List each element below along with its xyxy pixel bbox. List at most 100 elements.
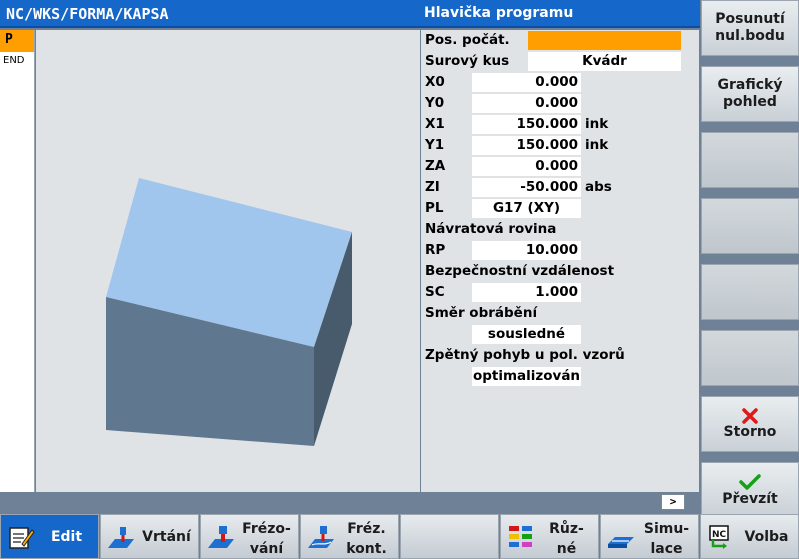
ruzne-softkey[interactable]: Růz- né (500, 514, 599, 559)
x0-field[interactable]: 0.000 (472, 73, 581, 92)
prevzit-softkey[interactable]: Převzít (701, 462, 799, 518)
rp-field[interactable]: 10.000 (472, 241, 581, 260)
program-block-end[interactable]: END (0, 52, 34, 72)
simulation-icon (608, 537, 634, 548)
blank-preview (106, 178, 352, 446)
horizontal-softkey-empty[interactable] (400, 514, 499, 559)
row-x1: X1 150.000 ink (421, 114, 699, 135)
simulace-label: Simu- lace (637, 519, 696, 559)
x0-label: X0 (425, 74, 445, 90)
row-smer: Směr obrábění (421, 303, 699, 324)
frezovani-label-line2: vání (249, 541, 284, 557)
sc-label: SC (425, 284, 445, 300)
surovy-kus-label: Surový kus (425, 53, 510, 69)
rp-label: RP (425, 242, 446, 258)
smer-obrabeni-select[interactable]: sousledné (472, 325, 581, 344)
parameter-form: Pos. počát. Surový kus Kvádr X0 0.000 Y0… (421, 30, 699, 492)
ruzne-label-line1: Růz- (549, 521, 584, 537)
posunuti-label-line2: nul.bodu (715, 28, 785, 44)
milling-icon (208, 526, 234, 548)
y1-label: Y1 (425, 137, 445, 153)
header-bar: NC/WKS/FORMA/KAPSA Hlavička programu (0, 0, 700, 28)
frez-kont-softkey[interactable]: Fréz. kont. (300, 514, 399, 559)
surovy-kus-select[interactable]: Kvádr (528, 52, 681, 71)
edit-softkey[interactable]: Edit (0, 514, 99, 559)
misc-grid-icon (509, 526, 532, 547)
row-sc: SC 1.000 (421, 282, 699, 303)
zi-unit[interactable]: abs (585, 179, 612, 195)
x1-label: X1 (425, 116, 445, 132)
cancel-x-icon (742, 407, 758, 424)
row-zpetny-value: optimalizován (421, 366, 699, 387)
graficky-pohled-softkey[interactable]: Grafický pohled (701, 66, 799, 122)
form-title: Hlavička programu (424, 5, 574, 21)
row-y1: Y1 150.000 ink (421, 135, 699, 156)
ruzne-label: Růz- né (537, 519, 596, 559)
volba-label: Volba (744, 529, 789, 545)
sc-field[interactable]: 1.000 (472, 283, 581, 302)
y0-label: Y0 (425, 95, 445, 111)
accept-check-icon (739, 473, 761, 490)
simulace-label-line1: Simu- (643, 521, 690, 537)
program-path: NC/WKS/FORMA/KAPSA (6, 5, 169, 23)
row-zpetny: Zpětný pohyb u pol. vzorů (421, 345, 699, 366)
posunuti-nul-bodu-softkey[interactable]: Posunutí nul.bodu (701, 0, 799, 56)
vertical-softkey-4[interactable] (701, 198, 799, 254)
vertical-softkey-5[interactable] (701, 264, 799, 320)
frez-kont-label-line2: kont. (346, 541, 387, 557)
scroll-right-button[interactable]: > (661, 494, 685, 510)
row-zi: ZI -50.000 abs (421, 177, 699, 198)
x1-unit[interactable]: ink (585, 116, 608, 132)
frezovani-softkey[interactable]: Frézo- vání (200, 514, 299, 559)
row-pos-pocat: Pos. počát. (421, 30, 699, 51)
ruzne-label-line2: né (556, 541, 577, 557)
contour-milling-icon (308, 526, 334, 548)
posunuti-label-line1: Posunutí (715, 11, 785, 27)
zi-field[interactable]: -50.000 (472, 178, 581, 197)
row-surovy-kus: Surový kus Kvádr (421, 51, 699, 72)
vertical-softkey-6[interactable] (701, 330, 799, 386)
frezovani-label-line1: Frézo- (242, 521, 291, 537)
x1-field[interactable]: 150.000 (472, 115, 581, 134)
row-za: ZA 0.000 (421, 156, 699, 177)
graficky-label-line2: pohled (723, 94, 777, 110)
storno-label: Storno (723, 423, 777, 440)
frez-kont-label-line1: Fréz. (347, 521, 386, 537)
navratova-rovina-label: Návratová rovina (425, 221, 557, 237)
frezovani-label: Frézo- vání (237, 519, 296, 559)
row-y0: Y0 0.000 (421, 93, 699, 114)
pos-pocat-label: Pos. počát. (425, 32, 510, 48)
pl-select[interactable]: G17 (XY) (472, 199, 581, 218)
za-field[interactable]: 0.000 (472, 157, 581, 176)
y1-field[interactable]: 150.000 (472, 136, 581, 155)
zpetny-pohyb-label: Zpětný pohyb u pol. vzorů (425, 347, 625, 363)
row-x0: X0 0.000 (421, 72, 699, 93)
za-label: ZA (425, 158, 446, 174)
vrtani-label: Vrtání (142, 529, 191, 545)
row-smer-value: sousledné (421, 324, 699, 345)
simulace-label-line2: lace (650, 541, 683, 557)
graficky-label-line1: Grafický (717, 77, 783, 93)
pos-pocat-field[interactable] (528, 31, 681, 50)
volba-softkey[interactable]: NC Volba (700, 514, 799, 559)
y0-field[interactable]: 0.000 (472, 94, 581, 113)
pl-label: PL (425, 200, 444, 216)
program-block-current[interactable]: P (0, 30, 34, 52)
edit-notepad-icon (9, 527, 35, 549)
bezpecnostni-vzdalenost-label: Bezpečnostní vzdálenost (425, 263, 615, 279)
zi-label: ZI (425, 179, 440, 195)
zpetny-pohyb-select[interactable]: optimalizován (472, 367, 581, 386)
svg-text:NC: NC (712, 530, 727, 540)
drill-icon (108, 527, 134, 548)
row-bezpecnost: Bezpečnostní vzdálenost (421, 261, 699, 282)
prevzit-label: Převzít (722, 490, 778, 507)
smer-obrabeni-label: Směr obrábění (425, 305, 538, 321)
storno-softkey[interactable]: Storno (701, 396, 799, 452)
row-pl: PL G17 (XY) (421, 198, 699, 219)
edit-label: Edit (50, 529, 83, 545)
simulace-softkey[interactable]: Simu- lace (600, 514, 699, 559)
vrtani-softkey[interactable]: Vrtání (100, 514, 199, 559)
y1-unit[interactable]: ink (585, 137, 608, 153)
vertical-softkey-3[interactable] (701, 132, 799, 188)
row-navratova: Návratová rovina (421, 219, 699, 240)
